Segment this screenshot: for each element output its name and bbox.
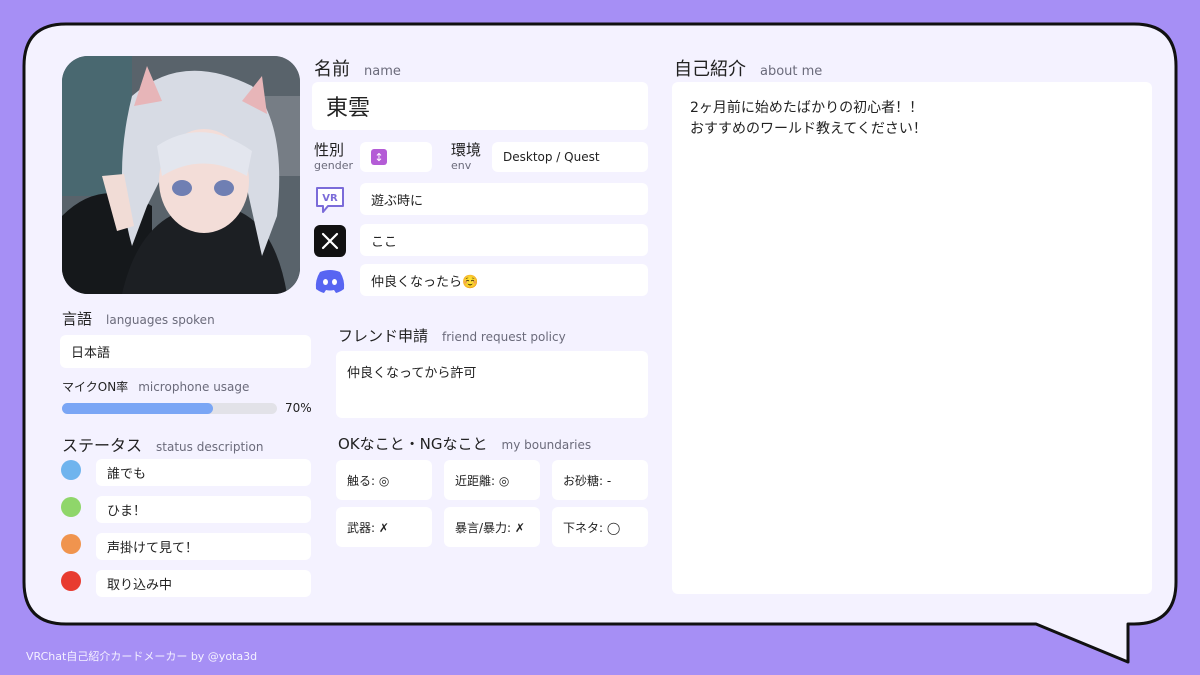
discord-field: 仲良くなったら☺️ [360, 264, 648, 296]
status-label: ステータス [62, 436, 143, 455]
discord-icon [314, 265, 346, 297]
friend-label: フレンド申請 [338, 327, 429, 345]
boundary-lewd: 下ネタ: ◯ [552, 507, 648, 547]
name-field: 東雲 [312, 82, 648, 130]
name-sublabel: name [364, 64, 401, 79]
gender-field: ↕ [360, 142, 432, 172]
about-sublabel: about me [760, 64, 823, 79]
languages-sublabel: languages spoken [106, 313, 215, 327]
vrchat-field: 遊ぶ時に [360, 183, 648, 215]
name-label: 名前 [314, 59, 350, 80]
boundary-touch: 触る: ◎ [336, 460, 432, 500]
status-item-free: ひま！ [96, 496, 311, 523]
status-dot-busy [61, 571, 81, 591]
boundaries-label: OKなこと・NGなこと [338, 435, 488, 453]
friend-sublabel: friend request policy [442, 330, 566, 344]
about-line-2: おすすめのワールド教えてください！ [690, 121, 927, 137]
languages-label: 言語 [62, 310, 93, 328]
status-dot-ask [61, 534, 81, 554]
status-item-ask: 声掛けて見て！ [96, 533, 311, 560]
languages-field: 日本語 [60, 335, 311, 368]
friend-field: 仲良くなってから許可 [336, 351, 648, 418]
footer-credit: VRChat自己紹介カードメーカー by @yota3d [26, 650, 258, 663]
boundaries-sublabel: my boundaries [501, 438, 592, 452]
x-logo-icon [314, 225, 346, 257]
status-item-busy: 取り込み中 [96, 570, 311, 597]
languages-heading: 言語 languages spoken [62, 308, 215, 329]
boundaries-heading: OKなこと・NGなこと my boundaries [338, 433, 591, 454]
vr-icon-text: VR [322, 193, 338, 204]
env-label: 環境 [451, 141, 482, 159]
gender-sublabel: gender [314, 159, 353, 172]
gender-icon: ↕ [371, 149, 387, 165]
name-heading: 名前 name [314, 55, 401, 81]
gender-heading: 性別 gender [314, 141, 353, 172]
mic-heading: マイクON率 microphone usage [62, 378, 249, 395]
x-field: ここ [360, 224, 648, 256]
boundary-sugar: お砂糖: - [552, 460, 648, 500]
status-dot-anyone [61, 460, 81, 480]
status-heading: ステータス status description [62, 432, 263, 456]
friend-heading: フレンド申請 friend request policy [338, 325, 566, 346]
vrchat-speech-icon: VR [314, 184, 346, 216]
about-line-1: 2ヶ月前に始めたばかりの初心者！！ [690, 100, 924, 116]
boundary-violence: 暴言/暴力: ✗ [444, 507, 540, 547]
status-dot-free [61, 497, 81, 517]
status-sublabel: status description [156, 440, 264, 454]
gender-label: 性別 [314, 141, 345, 159]
boundary-proximity: 近距離: ◎ [444, 460, 540, 500]
mic-progress-fill [62, 403, 213, 414]
boundary-weapons: 武器: ✗ [336, 507, 432, 547]
mic-label: マイクON率 [62, 380, 129, 394]
status-item-anyone: 誰でも [96, 459, 311, 486]
about-heading: 自己紹介 about me [674, 55, 822, 81]
env-sublabel: env [451, 159, 472, 172]
about-label: 自己紹介 [674, 59, 746, 80]
avatar-photo [62, 56, 300, 294]
env-field: Desktop / Quest [492, 142, 648, 172]
mic-progress-track [62, 403, 277, 414]
mic-sublabel: microphone usage [138, 380, 250, 394]
env-heading: 環境 env [451, 141, 482, 172]
about-field: 2ヶ月前に始めたばかりの初心者！！ おすすめのワールド教えてください！ [672, 82, 1152, 594]
mic-percent: 70% [285, 401, 312, 415]
